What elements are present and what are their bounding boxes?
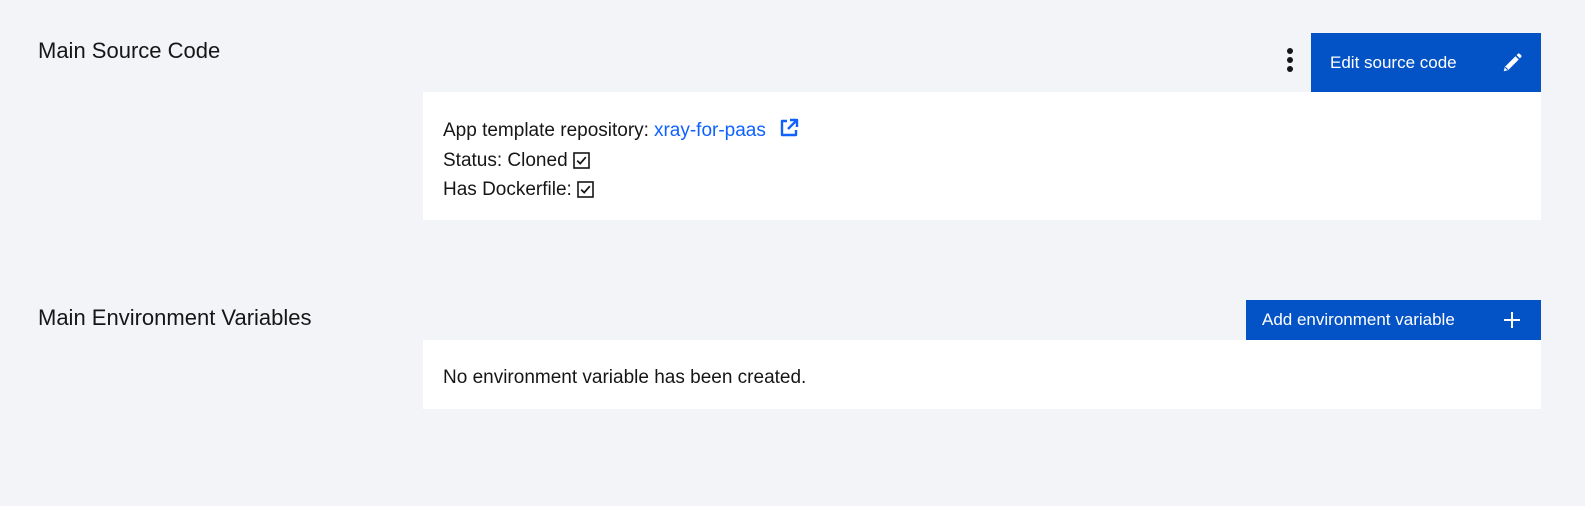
status-row: Status: Cloned (443, 146, 1541, 176)
environment-variables-panel: No environment variable has been created… (423, 340, 1541, 409)
add-environment-variable-label: Add environment variable (1262, 310, 1455, 329)
env-section-title: Main Environment Variables (38, 305, 312, 330)
checkbox-checked-icon (577, 181, 594, 199)
source-section-title: Main Source Code (38, 38, 221, 63)
overflow-menu-button[interactable] (1276, 42, 1304, 78)
edit-source-code-label: Edit source code (1330, 52, 1457, 72)
add-environment-variable-button[interactable]: Add environment variable (1246, 300, 1541, 340)
source-code-panel: App template repository: xray-for-paas S… (423, 92, 1541, 220)
repository-link[interactable]: xray-for-paas (654, 116, 766, 146)
pencil-icon (1501, 52, 1523, 74)
repository-label: App template repository: (443, 120, 649, 141)
edit-source-code-button[interactable]: Edit source code (1311, 33, 1541, 92)
repository-row: App template repository: xray-for-paas (443, 116, 1541, 146)
dockerfile-row: Has Dockerfile: (443, 175, 1541, 205)
status-label: Status: Cloned (443, 149, 568, 171)
external-link-icon[interactable] (779, 118, 799, 138)
dockerfile-label: Has Dockerfile: (443, 179, 572, 200)
empty-state-message: No environment variable has been created… (443, 367, 807, 388)
plus-icon (1503, 311, 1521, 329)
checkbox-checked-icon (572, 151, 590, 169)
overflow-menu-vertical-icon (1287, 48, 1293, 72)
